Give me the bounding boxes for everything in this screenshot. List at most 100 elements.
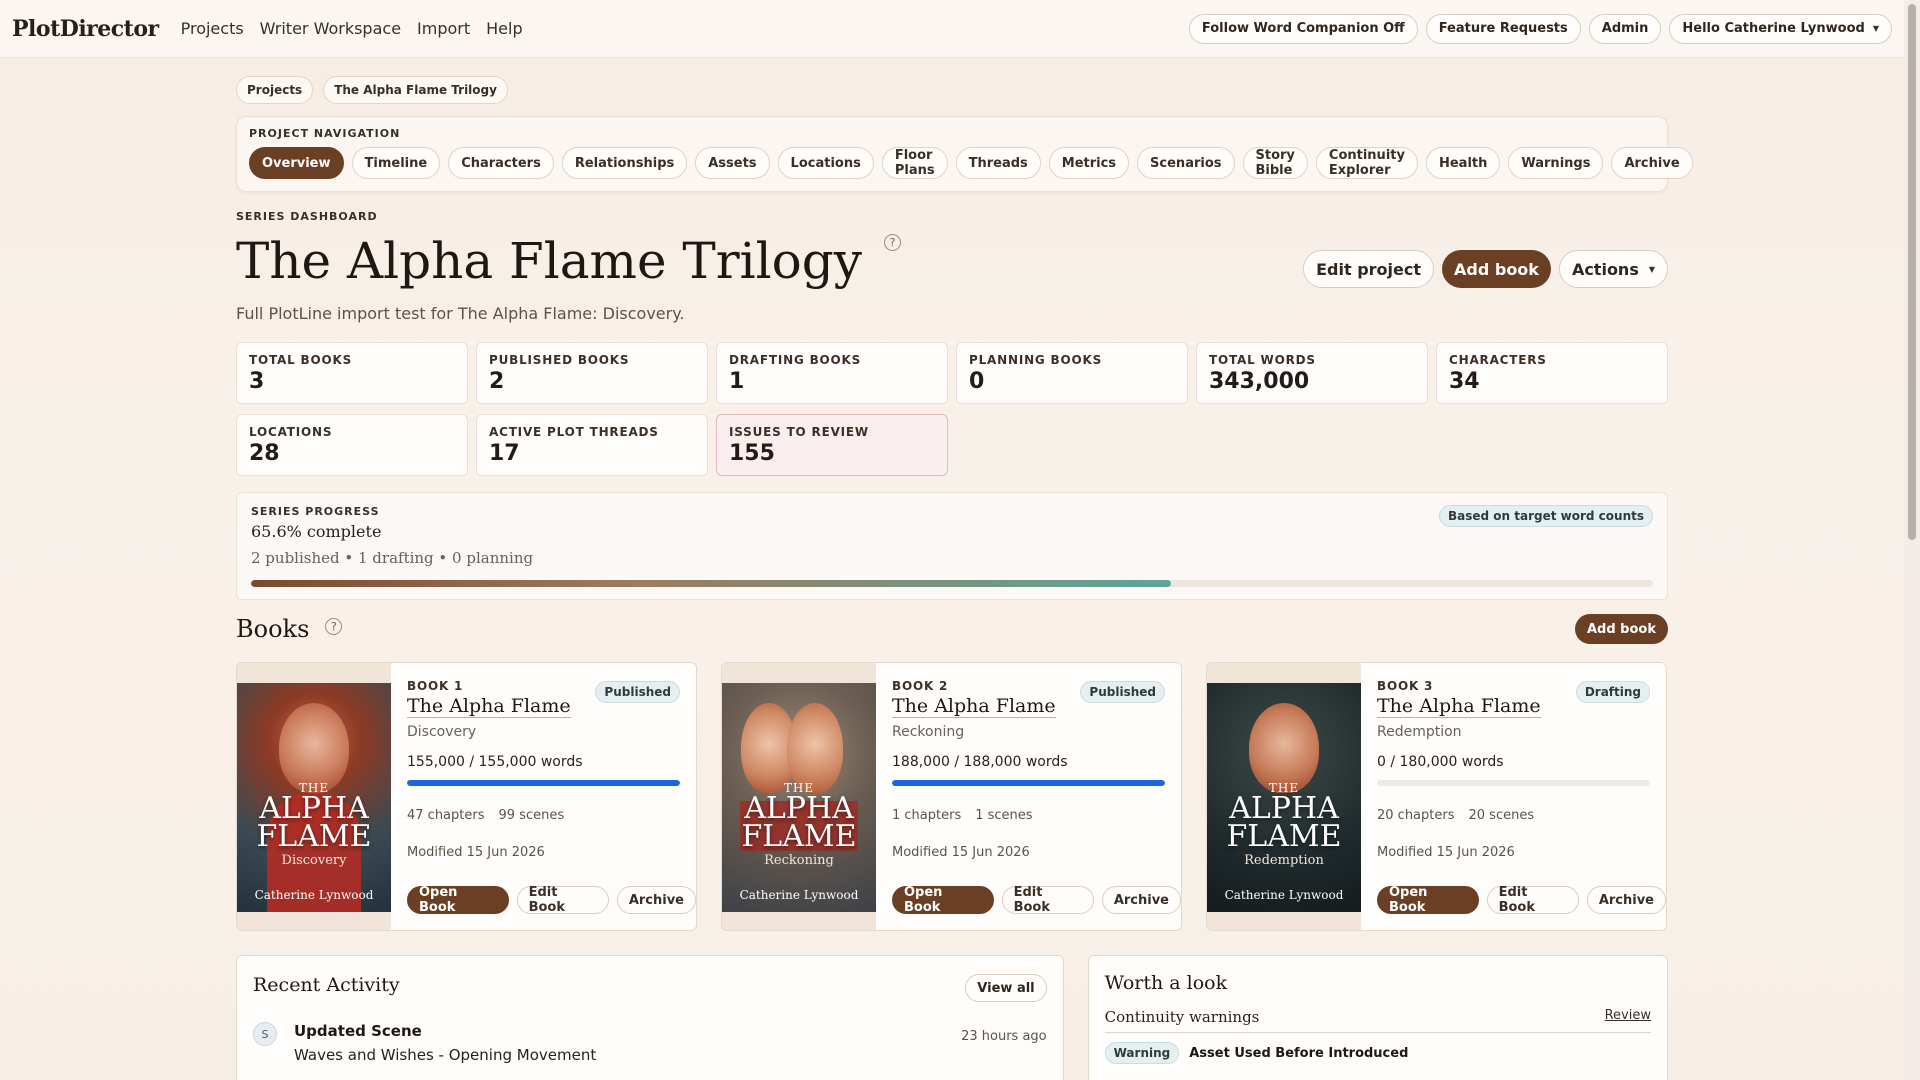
tab-story-bible[interactable]: Story Bible xyxy=(1242,147,1308,179)
open-book-button[interactable]: Open Book xyxy=(407,885,509,915)
stat-value: 2 xyxy=(489,369,505,394)
tab-archive[interactable]: Archive xyxy=(1611,147,1693,179)
word-companion-toggle[interactable]: Follow Word Companion Off xyxy=(1188,13,1418,44)
scrollbar-thumb[interactable] xyxy=(1908,4,1916,540)
stat-value: 34 xyxy=(1449,369,1480,394)
breadcrumb-current[interactable]: The Alpha Flame Trilogy xyxy=(323,76,508,104)
open-book-button[interactable]: Open Book xyxy=(1377,885,1479,915)
stats-grid: TOTAL BOOKS 3 PUBLISHED BOOKS 2 DRAFTING B… xyxy=(236,342,1668,476)
book-word-count: 188,000 / 188,000 words xyxy=(892,754,1068,770)
stat-active-plot-threads: ACTIVE PLOT THREADS 17 xyxy=(476,414,708,476)
admin-button[interactable]: Admin xyxy=(1588,13,1662,44)
page-scrollbar[interactable] xyxy=(1904,0,1920,1080)
book-details: BOOK 1 The Alpha Flame Discovery 155,000… xyxy=(391,663,696,930)
cover-title: ALPHA FLAME xyxy=(1226,791,1342,854)
cover-subtitle: Discovery xyxy=(281,853,347,868)
avatar: S xyxy=(253,1022,277,1046)
help-icon[interactable]: ? xyxy=(884,234,902,251)
view-all-button[interactable]: View all xyxy=(965,974,1047,1002)
status-badge: Published xyxy=(595,681,680,703)
user-menu-button[interactable]: Hello Catherine Lynwood ▼ xyxy=(1669,13,1892,44)
page-title: The Alpha Flame Trilogy xyxy=(236,232,863,290)
tab-metrics[interactable]: Metrics xyxy=(1048,147,1130,179)
worth-a-look-heading: Worth a look xyxy=(1104,972,1228,994)
status-badge: Drafting xyxy=(1575,681,1650,703)
tab-relationships[interactable]: Relationships xyxy=(561,147,688,179)
stat-published-books: PUBLISHED BOOKS 2 xyxy=(476,342,708,404)
tab-continuity-explorer[interactable]: Continuity Explorer xyxy=(1315,147,1418,179)
tab-assets[interactable]: Assets xyxy=(695,147,770,179)
stat-issues-to-review[interactable]: ISSUES TO REVIEW 155 xyxy=(716,414,948,476)
tab-characters[interactable]: Characters xyxy=(448,147,554,179)
book-cover-image[interactable]: THE ALPHA FLAME Redemption Catherine Lyn… xyxy=(1207,683,1361,912)
nav-help[interactable]: Help xyxy=(486,19,522,38)
project-navigation: PROJECT NAVIGATION Overview Timeline Cha… xyxy=(236,116,1693,192)
worth-a-look-panel: Worth a look Continuity warnings Review … xyxy=(1087,955,1668,1080)
cover-title: ALPHA FLAME xyxy=(256,791,372,854)
book-details: BOOK 2 The Alpha Flame Reckoning 188,000… xyxy=(876,663,1181,930)
add-book-button-secondary[interactable]: Add book xyxy=(1574,614,1668,644)
tab-floor-plans[interactable]: Floor Plans xyxy=(881,147,948,179)
book-progress-bar xyxy=(892,780,1165,786)
book-title-link[interactable]: The Alpha Flame xyxy=(407,695,571,718)
activity-timestamp: 23 hours ago xyxy=(961,1029,1047,1044)
tab-locations[interactable]: Locations xyxy=(777,147,874,179)
book-meta: 1 chapters 1 scenes xyxy=(892,808,1165,823)
book-cover-image[interactable]: THE ALPHA FLAME Discovery Catherine Lynw… xyxy=(237,683,391,912)
nav-writer-workspace[interactable]: Writer Workspace xyxy=(260,19,401,38)
lower-panels: Recent Activity View all S Updated Scene… xyxy=(236,955,1668,1080)
add-book-button[interactable]: Add book xyxy=(1442,250,1551,288)
book-details: BOOK 3 The Alpha Flame Redemption 0 / 18… xyxy=(1361,663,1666,930)
actions-dropdown[interactable]: Actions ▼ xyxy=(1558,250,1668,288)
cover-subtitle: Reckoning xyxy=(764,853,834,868)
tab-warnings[interactable]: Warnings xyxy=(1508,147,1604,179)
edit-book-button[interactable]: Edit Book xyxy=(1486,885,1579,915)
warning-text: Asset Used Before Introduced xyxy=(1189,1045,1409,1061)
book-cover-image[interactable]: THE ALPHA FLAME Reckoning Catherine Lynw… xyxy=(722,683,876,912)
stat-label: TOTAL BOOKS xyxy=(249,353,353,367)
book-progress-bar xyxy=(1377,780,1650,786)
breadcrumb-projects[interactable]: Projects xyxy=(236,76,314,104)
book-actions: Open Book Edit Book Archive xyxy=(892,885,1181,915)
edit-book-button[interactable]: Edit Book xyxy=(1001,885,1094,915)
stat-value: 0 xyxy=(969,369,985,394)
activity-subtitle: Waves and Wishes - Opening Movement xyxy=(294,1046,597,1064)
book-actions: Open Book Edit Book Archive xyxy=(407,885,696,915)
activity-item[interactable]: S Updated Scene Waves and Wishes - Openi… xyxy=(253,1022,1047,1064)
book-title-link[interactable]: The Alpha Flame xyxy=(892,695,1056,718)
book-title-link[interactable]: The Alpha Flame xyxy=(1377,695,1541,718)
stat-drafting-books: DRAFTING BOOKS 1 xyxy=(716,342,948,404)
book-chapters: 47 chapters xyxy=(407,808,485,823)
recent-activity-panel: Recent Activity View all S Updated Scene… xyxy=(236,955,1064,1080)
book-meta: 47 chapters 99 scenes xyxy=(407,808,680,823)
book-chapters: 20 chapters xyxy=(1377,808,1455,823)
tab-health[interactable]: Health xyxy=(1425,147,1501,179)
tab-timeline[interactable]: Timeline xyxy=(351,147,441,179)
tab-overview[interactable]: Overview xyxy=(249,147,344,179)
status-badge: Published xyxy=(1080,681,1165,703)
open-book-button[interactable]: Open Book xyxy=(892,885,994,915)
book-word-count: 155,000 / 155,000 words xyxy=(407,754,583,770)
archive-book-button[interactable]: Archive xyxy=(1586,886,1666,914)
tab-scenarios[interactable]: Scenarios xyxy=(1137,147,1235,179)
review-link[interactable]: Review xyxy=(1605,1008,1651,1026)
help-icon[interactable]: ? xyxy=(325,617,343,635)
edit-book-button[interactable]: Edit Book xyxy=(516,885,609,915)
archive-book-button[interactable]: Archive xyxy=(616,886,696,914)
book-subtitle: Discovery xyxy=(407,724,477,740)
edit-project-button[interactable]: Edit project xyxy=(1303,250,1434,288)
book-scenes: 1 scenes xyxy=(975,808,1033,823)
book-card: THE ALPHA FLAME Redemption Catherine Lyn… xyxy=(1206,662,1667,931)
books-heading: Books xyxy=(236,615,310,643)
archive-book-button[interactable]: Archive xyxy=(1101,886,1181,914)
warning-item[interactable]: Warning Asset Used Before Introduced xyxy=(1104,1042,1651,1064)
stat-label: ACTIVE PLOT THREADS xyxy=(489,425,659,439)
book-scenes: 20 scenes xyxy=(1468,808,1535,823)
nav-projects[interactable]: Projects xyxy=(181,19,244,38)
brand-logo[interactable]: PlotDirector xyxy=(12,16,159,42)
feature-requests-button[interactable]: Feature Requests xyxy=(1425,13,1581,44)
nav-import[interactable]: Import xyxy=(417,19,470,38)
stat-value: 3 xyxy=(249,369,265,394)
tab-threads[interactable]: Threads xyxy=(955,147,1041,179)
book-modified: Modified 15 Jun 2026 xyxy=(1377,845,1515,860)
